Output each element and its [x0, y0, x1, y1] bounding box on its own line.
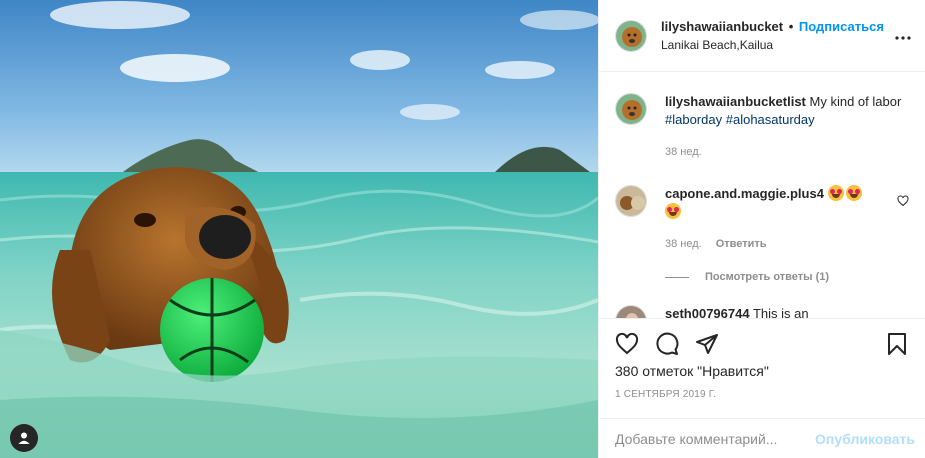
- user-icon: [18, 432, 30, 444]
- share-button[interactable]: [695, 332, 719, 356]
- comment-text: This is an: [752, 306, 809, 318]
- avatar[interactable]: [615, 19, 647, 52]
- tagged-users-button[interactable]: [10, 424, 38, 452]
- separator-dot: •: [788, 18, 794, 34]
- hashtag-link[interactable]: #laborday: [665, 112, 722, 127]
- share-icon: [696, 334, 718, 354]
- comment-item: capone.and.maggie.plus4 38 нед. Ответить: [615, 185, 909, 253]
- likes-count[interactable]: 380 отметок "Нравится": [615, 363, 909, 379]
- view-replies-label: Посмотреть ответы (1): [705, 271, 830, 283]
- comment-time[interactable]: 38 нед.: [665, 235, 702, 253]
- avatar[interactable]: [615, 185, 647, 217]
- comment-button[interactable]: [655, 332, 679, 356]
- comment-input[interactable]: [615, 430, 816, 447]
- heart-eyes-emoji: [827, 185, 844, 201]
- avatar[interactable]: [615, 93, 647, 125]
- replies-line: [665, 276, 689, 278]
- comments-list[interactable]: lilyshawaiianbucketlist My kind of labor…: [599, 73, 925, 318]
- heart-icon: [615, 332, 639, 355]
- more-dots-icon: [895, 35, 911, 40]
- dog-swimming-photo: [0, 0, 598, 458]
- like-comment-heart-icon[interactable]: [897, 195, 909, 207]
- avatar[interactable]: [615, 305, 647, 318]
- location-link[interactable]: Lanikai Beach,Kailua: [661, 36, 891, 54]
- follow-button[interactable]: Подписаться: [799, 19, 884, 34]
- comment-time[interactable]: 38 нед.: [665, 143, 702, 161]
- comment-text: My kind of labor: [809, 94, 902, 109]
- comment-item: seth00796744 This is an: [615, 305, 909, 318]
- reply-button[interactable]: Ответить: [716, 235, 767, 253]
- publish-button[interactable]: Опубликовать: [815, 431, 915, 447]
- post-header: lilyshawaiianbucket • Подписаться Lanika…: [599, 0, 925, 72]
- dog-avatar-image: [616, 20, 646, 51]
- heart-eyes-emoji: [665, 203, 681, 219]
- post-date[interactable]: 1 сентября 2019 г.: [615, 389, 909, 400]
- dogs-avatar-image: [616, 186, 646, 216]
- post-actions: 380 отметок "Нравится" 1 сентября 2019 г…: [599, 318, 925, 418]
- like-button[interactable]: [615, 332, 639, 356]
- comment-username[interactable]: capone.and.maggie.plus4: [665, 186, 824, 201]
- bookmark-icon: [888, 333, 906, 355]
- post-author-username[interactable]: lilyshawaiianbucket: [661, 19, 783, 34]
- add-comment-bar: Опубликовать: [599, 418, 925, 458]
- heart-eyes-emoji: [845, 185, 862, 201]
- comment-username[interactable]: lilyshawaiianbucketlist: [665, 94, 806, 109]
- more-options-button[interactable]: [891, 27, 911, 45]
- caption-comment: lilyshawaiianbucketlist My kind of labor…: [615, 93, 909, 161]
- hashtag-link[interactable]: #alohasaturday: [726, 112, 815, 127]
- dog-avatar-image: [616, 94, 646, 124]
- post-side-panel: lilyshawaiianbucket • Подписаться Lanika…: [598, 0, 925, 458]
- comment-username[interactable]: seth00796744: [665, 306, 750, 318]
- view-replies-button[interactable]: Посмотреть ответы (1): [665, 271, 909, 283]
- comment-icon: [656, 332, 679, 355]
- post-dialog: lilyshawaiianbucket • Подписаться Lanika…: [0, 0, 925, 458]
- save-button[interactable]: [885, 332, 909, 356]
- post-photo[interactable]: [0, 0, 598, 458]
- user-avatar-image: [616, 306, 646, 318]
